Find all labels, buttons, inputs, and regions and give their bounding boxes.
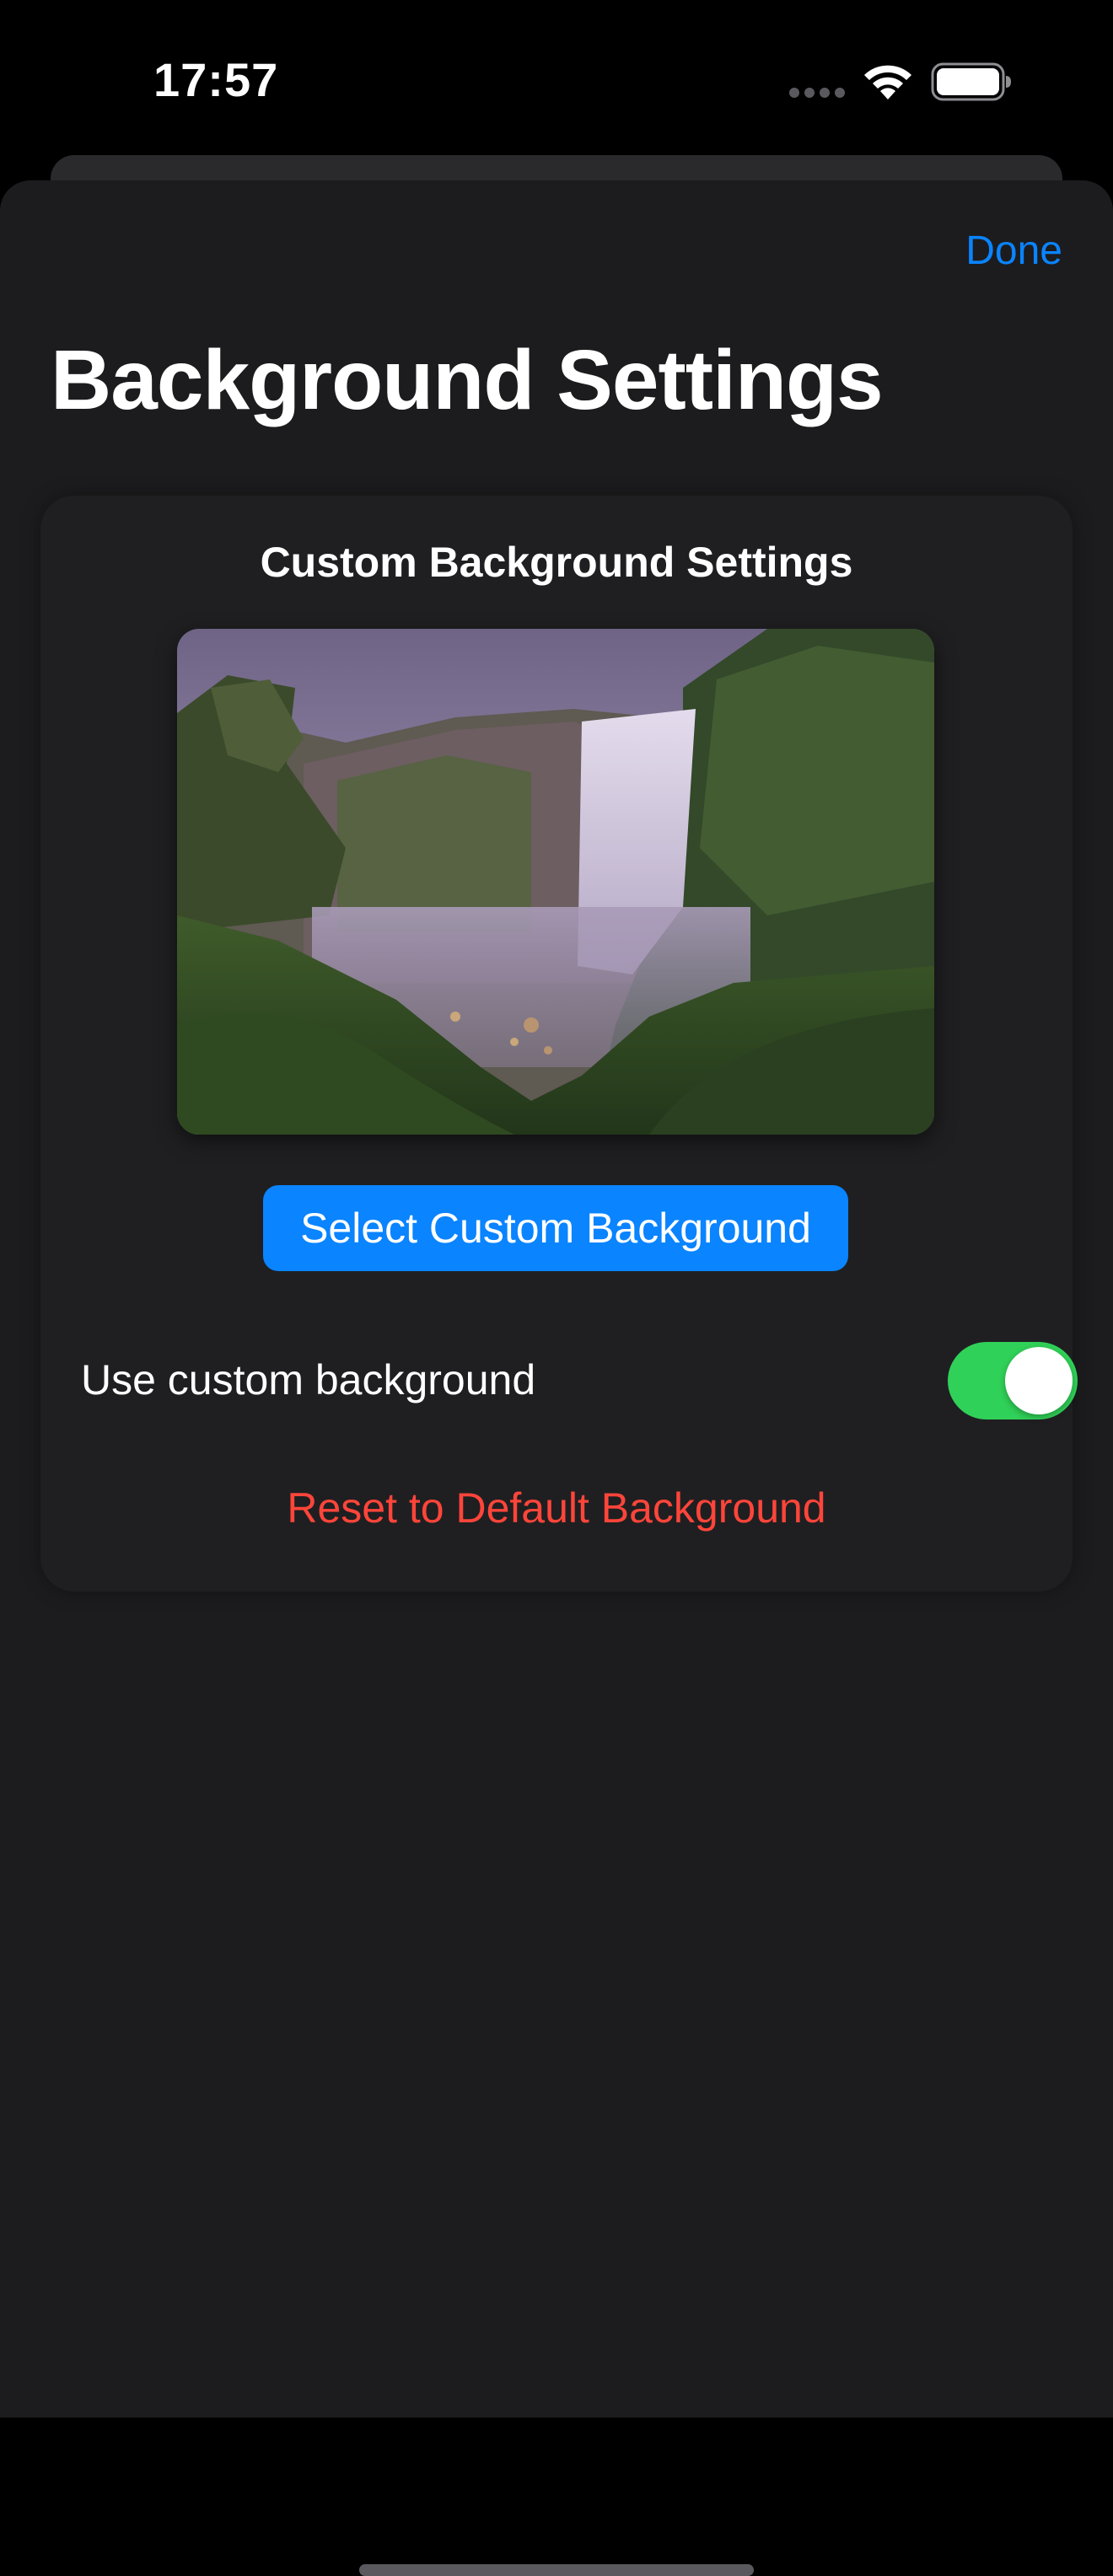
wifi-icon (864, 65, 911, 99)
battery-icon (931, 62, 1011, 101)
use-custom-background-row: Use custom background (81, 1339, 1078, 1423)
done-button[interactable]: Done (965, 228, 1062, 274)
custom-background-card: Custom Background Settings Select Custom… (40, 496, 1078, 1591)
reset-to-default-button[interactable]: Reset to Default Background (40, 1484, 1073, 1532)
cellular-dots-icon (789, 88, 845, 98)
select-custom-background-button[interactable]: Select Custom Background (263, 1185, 848, 1271)
home-indicator (359, 2564, 754, 2576)
settings-sheet: Done Background Settings Custom Backgrou… (0, 180, 1113, 2576)
background-preview-image (177, 629, 934, 1135)
use-custom-background-label: Use custom background (81, 1356, 536, 1403)
status-time: 17:57 (153, 53, 279, 106)
use-custom-background-toggle[interactable] (948, 1342, 1078, 1419)
status-bar: 17:57 (0, 0, 1113, 160)
toggle-knob (1005, 1347, 1073, 1414)
page-title: Background Settings (51, 333, 884, 427)
card-title: Custom Background Settings (260, 539, 853, 586)
